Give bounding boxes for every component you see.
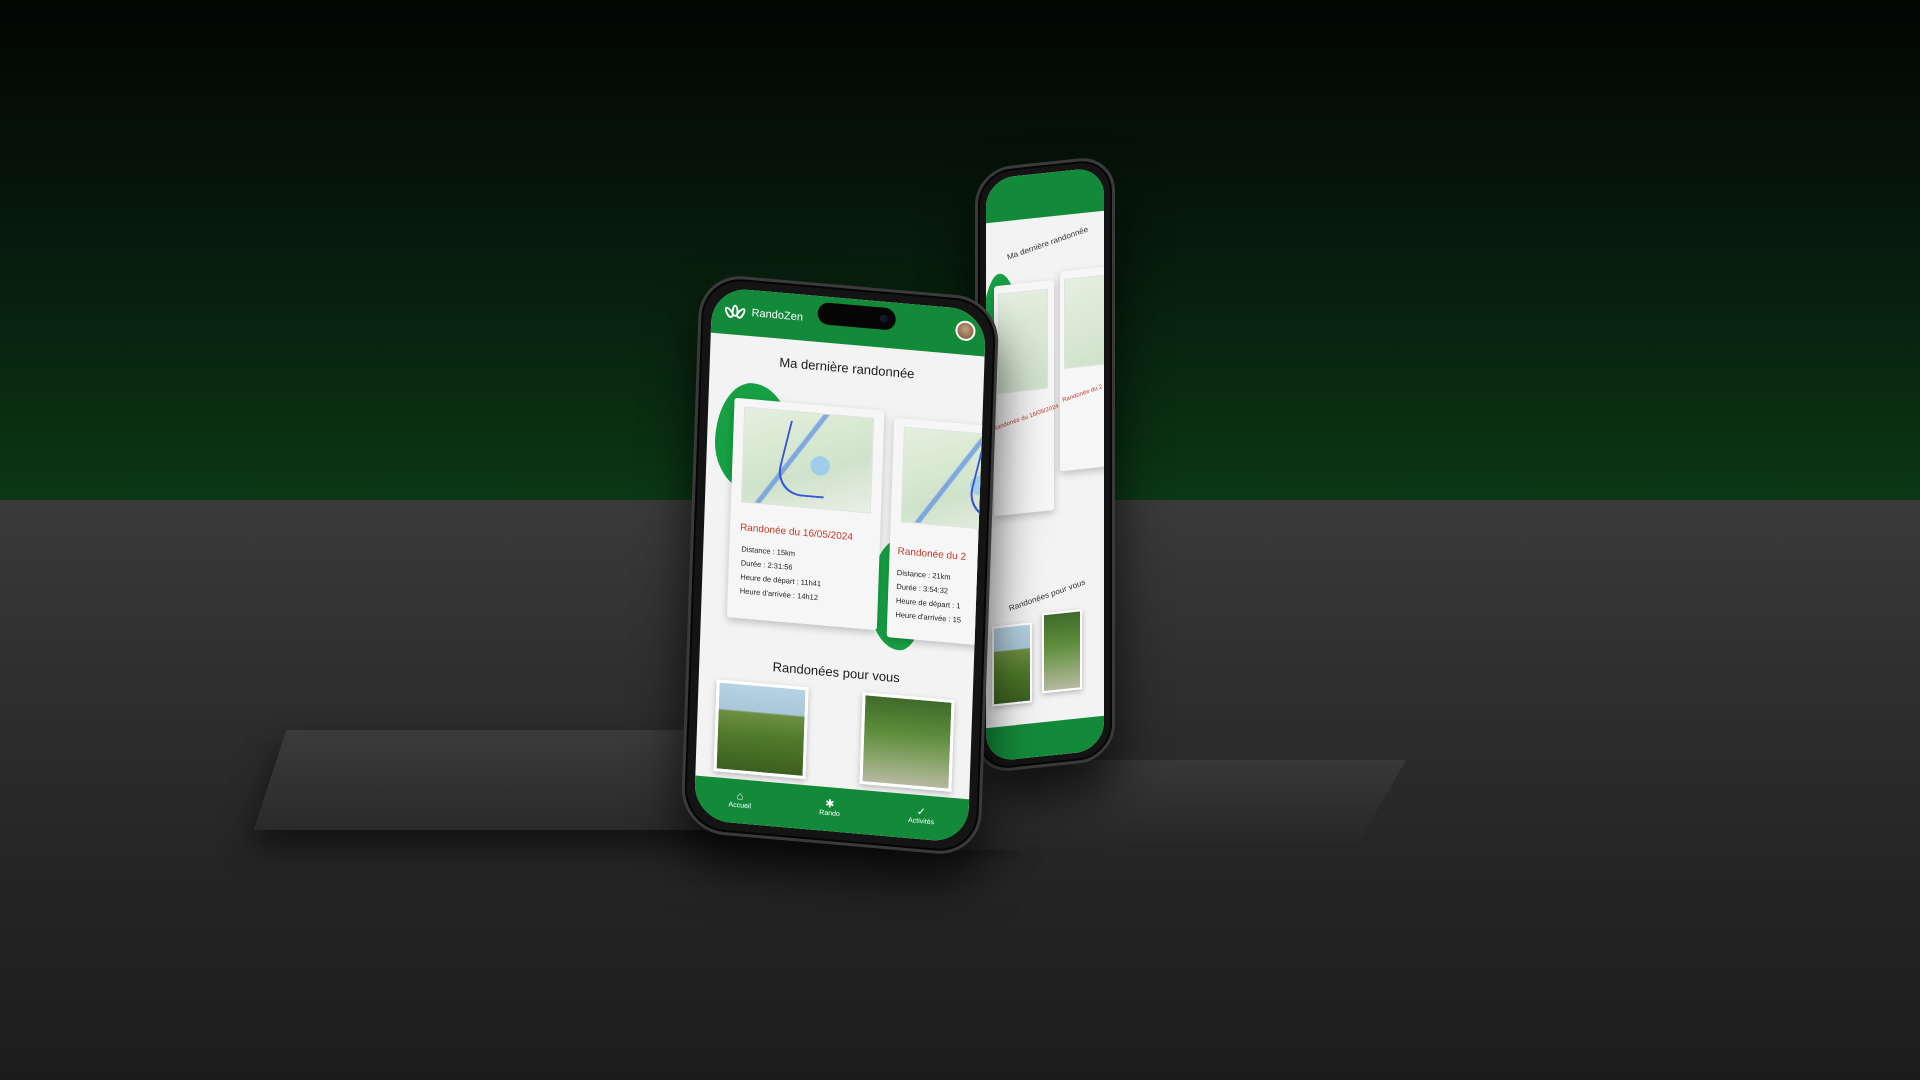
hike-card-2[interactable]: Randonée du 2 Distance : 21km Durée : 3:… xyxy=(886,417,987,648)
back-hike-card[interactable] xyxy=(994,280,1054,517)
back-hike-photo-2[interactable] xyxy=(1042,609,1082,694)
nav-activites-label: Activités xyxy=(907,816,935,826)
avatar[interactable] xyxy=(955,319,976,342)
hike-duration: Durée : 2:31:56 xyxy=(740,558,793,572)
back-map-thumbnail-2 xyxy=(1064,273,1104,370)
home-icon: ⌂ xyxy=(736,789,744,803)
hiker-icon: ✱ xyxy=(825,797,835,811)
back-app-header xyxy=(986,166,1104,224)
hike-2-start-time: Heure de départ : 1 xyxy=(895,595,961,611)
hike-2-duration: Durée : 3:54:32 xyxy=(896,581,949,596)
front-phone: RandoZen Ma dernière randonnée Randonée … xyxy=(680,272,1000,858)
back-section-title: Ma dernière randonnée xyxy=(1006,224,1090,262)
back-phone-screen: Ma dernière randonnée Randonée du 16/05/… xyxy=(986,166,1104,763)
lotus-logo-icon xyxy=(722,304,748,321)
hike-2-distance: Distance : 21km xyxy=(896,567,951,582)
hike-distance: Distance : 15km xyxy=(741,544,796,559)
back-hike-card-2[interactable] xyxy=(1060,265,1104,472)
back-section-title-2: Randonées pour vous xyxy=(1008,577,1087,613)
activity-icon: ✓ xyxy=(916,805,927,819)
front-phone-screen: RandoZen Ma dernière randonnée Randonée … xyxy=(693,286,987,844)
hike-2-arrival-time: Heure d'arrivée : 15 xyxy=(895,609,962,625)
nav-accueil[interactable]: ⌂ Accueil xyxy=(728,789,751,810)
hike-card-2-title: Randonée du 2 xyxy=(897,546,967,563)
nav-rando-label: Rando xyxy=(819,808,840,818)
dynamic-island xyxy=(817,301,897,331)
hike-start-time: Heure de départ : 11h41 xyxy=(740,572,822,589)
hike-card[interactable]: Randonée du 16/05/2024 Distance : 15km D… xyxy=(726,397,885,631)
map-thumbnail-2 xyxy=(900,426,987,534)
nav-rando[interactable]: ✱ Rando xyxy=(819,797,840,818)
back-phone: Ma dernière randonnée Randonée du 16/05/… xyxy=(975,154,1115,775)
back-hike-photo-1[interactable] xyxy=(992,622,1032,707)
back-bottom-nav xyxy=(986,715,1104,763)
route-line xyxy=(772,421,843,500)
hike-photo-1[interactable] xyxy=(713,679,809,780)
back-map-thumbnail xyxy=(998,288,1048,394)
stone-pedestal-back xyxy=(934,760,1406,850)
nav-activites[interactable]: ✓ Activités xyxy=(907,805,935,826)
hike-photo-2[interactable] xyxy=(859,692,955,792)
map-thumbnail xyxy=(740,406,875,514)
last-hike-carousel[interactable]: Randonée du 16/05/2024 Distance : 15km D… xyxy=(700,373,987,666)
app-name: RandoZen xyxy=(751,307,804,324)
hike-card-title: Randonée du 16/05/2024 xyxy=(739,522,854,544)
app-header: RandoZen xyxy=(710,286,987,357)
hike-arrival-time: Heure d'arrivée : 14h12 xyxy=(739,586,819,603)
route-line-2 xyxy=(964,443,987,522)
nav-accueil-label: Accueil xyxy=(728,800,752,810)
mockup-scene: Ma dernière randonnée Randonée du 16/05/… xyxy=(0,0,1920,1080)
